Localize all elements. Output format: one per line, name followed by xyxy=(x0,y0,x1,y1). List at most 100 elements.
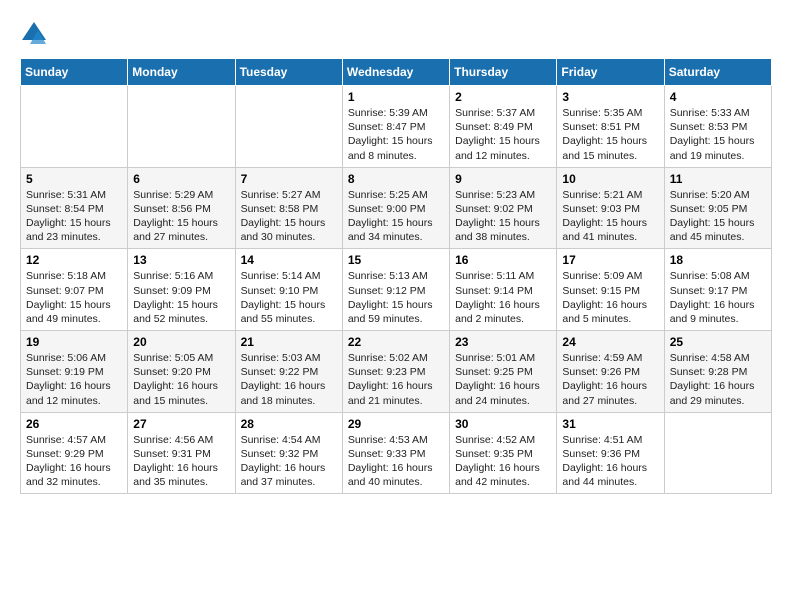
calendar-cell: 23 Sunrise: 5:01 AM Sunset: 9:25 PM Dayli… xyxy=(450,331,557,413)
day-number: 25 xyxy=(670,335,766,349)
calendar-cell: 21 Sunrise: 5:03 AM Sunset: 9:22 PM Dayli… xyxy=(235,331,342,413)
calendar-header-monday: Monday xyxy=(128,59,235,86)
calendar-cell xyxy=(21,86,128,168)
day-info: Sunrise: 5:31 AM Sunset: 8:54 PM Dayligh… xyxy=(26,188,122,245)
calendar-header-thursday: Thursday xyxy=(450,59,557,86)
day-number: 6 xyxy=(133,172,229,186)
calendar-week-2: 5 Sunrise: 5:31 AM Sunset: 8:54 PM Daylig… xyxy=(21,167,772,249)
day-number: 24 xyxy=(562,335,658,349)
calendar-cell: 8Sunrise: 5:25 AM Sunset: 9:00 PM Daylig… xyxy=(342,167,449,249)
day-info: Sunrise: 5:03 AM Sunset: 9:22 PM Dayligh… xyxy=(241,351,337,408)
day-info: Sunrise: 5:16 AM Sunset: 9:09 PM Dayligh… xyxy=(133,269,229,326)
day-number: 21 xyxy=(241,335,337,349)
day-info: Sunrise: 5:06 AM Sunset: 9:19 PM Dayligh… xyxy=(26,351,122,408)
day-number: 10 xyxy=(562,172,658,186)
calendar-cell: 15 Sunrise: 5:13 AM Sunset: 9:12 PM Dayli… xyxy=(342,249,449,331)
calendar-cell: 13Sunrise: 5:16 AM Sunset: 9:09 PM Dayli… xyxy=(128,249,235,331)
day-info: Sunrise: 5:11 AM Sunset: 9:14 PM Dayligh… xyxy=(455,269,551,326)
calendar-cell: 9 Sunrise: 5:23 AM Sunset: 9:02 PM Daylig… xyxy=(450,167,557,249)
calendar-week-1: 1Sunrise: 5:39 AM Sunset: 8:47 PM Daylig… xyxy=(21,86,772,168)
day-number: 28 xyxy=(241,417,337,431)
calendar-week-3: 12 Sunrise: 5:18 AM Sunset: 9:07 PM Dayli… xyxy=(21,249,772,331)
day-info: Sunrise: 5:27 AM Sunset: 8:58 PM Dayligh… xyxy=(241,188,337,245)
calendar-cell: 28 Sunrise: 4:54 AM Sunset: 9:32 PM Dayli… xyxy=(235,412,342,494)
calendar-cell: 18 Sunrise: 5:08 AM Sunset: 9:17 PM Dayli… xyxy=(664,249,771,331)
calendar-header-wednesday: Wednesday xyxy=(342,59,449,86)
calendar-cell: 2 Sunrise: 5:37 AM Sunset: 8:49 PM Daylig… xyxy=(450,86,557,168)
day-number: 9 xyxy=(455,172,551,186)
day-number: 5 xyxy=(26,172,122,186)
day-info: Sunrise: 5:29 AM Sunset: 8:56 PM Dayligh… xyxy=(133,188,229,245)
calendar-cell: 24 Sunrise: 4:59 AM Sunset: 9:26 PM Dayli… xyxy=(557,331,664,413)
day-info: Sunrise: 5:18 AM Sunset: 9:07 PM Dayligh… xyxy=(26,269,122,326)
day-info: Sunrise: 5:37 AM Sunset: 8:49 PM Dayligh… xyxy=(455,106,551,163)
day-info: Sunrise: 5:09 AM Sunset: 9:15 PM Dayligh… xyxy=(562,269,658,326)
calendar-cell xyxy=(664,412,771,494)
day-info: Sunrise: 5:23 AM Sunset: 9:02 PM Dayligh… xyxy=(455,188,551,245)
day-number: 18 xyxy=(670,253,766,267)
calendar-cell: 31 Sunrise: 4:51 AM Sunset: 9:36 PM Dayli… xyxy=(557,412,664,494)
calendar-cell: 6 Sunrise: 5:29 AM Sunset: 8:56 PM Daylig… xyxy=(128,167,235,249)
day-number: 4 xyxy=(670,90,766,104)
day-number: 14 xyxy=(241,253,337,267)
day-info: Sunrise: 4:59 AM Sunset: 9:26 PM Dayligh… xyxy=(562,351,658,408)
calendar-cell: 27Sunrise: 4:56 AM Sunset: 9:31 PM Dayli… xyxy=(128,412,235,494)
day-info: Sunrise: 5:02 AM Sunset: 9:23 PM Dayligh… xyxy=(348,351,444,408)
calendar-header-row: SundayMondayTuesdayWednesdayThursdayFrid… xyxy=(21,59,772,86)
calendar-cell xyxy=(235,86,342,168)
day-number: 16 xyxy=(455,253,551,267)
day-number: 30 xyxy=(455,417,551,431)
calendar-cell: 14 Sunrise: 5:14 AM Sunset: 9:10 PM Dayli… xyxy=(235,249,342,331)
calendar-header-friday: Friday xyxy=(557,59,664,86)
calendar-cell: 5 Sunrise: 5:31 AM Sunset: 8:54 PM Daylig… xyxy=(21,167,128,249)
day-info: Sunrise: 5:33 AM Sunset: 8:53 PM Dayligh… xyxy=(670,106,766,163)
day-info: Sunrise: 5:25 AM Sunset: 9:00 PM Dayligh… xyxy=(348,188,444,245)
day-info: Sunrise: 4:51 AM Sunset: 9:36 PM Dayligh… xyxy=(562,433,658,490)
day-number: 23 xyxy=(455,335,551,349)
day-number: 11 xyxy=(670,172,766,186)
calendar-cell: 16 Sunrise: 5:11 AM Sunset: 9:14 PM Dayli… xyxy=(450,249,557,331)
calendar-cell: 29 Sunrise: 4:53 AM Sunset: 9:33 PM Dayli… xyxy=(342,412,449,494)
day-number: 29 xyxy=(348,417,444,431)
day-number: 12 xyxy=(26,253,122,267)
day-info: Sunrise: 5:21 AM Sunset: 9:03 PM Dayligh… xyxy=(562,188,658,245)
day-info: Sunrise: 5:13 AM Sunset: 9:12 PM Dayligh… xyxy=(348,269,444,326)
calendar-week-4: 19Sunrise: 5:06 AM Sunset: 9:19 PM Dayli… xyxy=(21,331,772,413)
calendar-cell: 19Sunrise: 5:06 AM Sunset: 9:19 PM Dayli… xyxy=(21,331,128,413)
day-info: Sunrise: 5:14 AM Sunset: 9:10 PM Dayligh… xyxy=(241,269,337,326)
calendar-cell: 26 Sunrise: 4:57 AM Sunset: 9:29 PM Dayli… xyxy=(21,412,128,494)
calendar-cell: 1Sunrise: 5:39 AM Sunset: 8:47 PM Daylig… xyxy=(342,86,449,168)
calendar-cell: 11Sunrise: 5:20 AM Sunset: 9:05 PM Dayli… xyxy=(664,167,771,249)
day-number: 2 xyxy=(455,90,551,104)
day-info: Sunrise: 5:01 AM Sunset: 9:25 PM Dayligh… xyxy=(455,351,551,408)
day-number: 17 xyxy=(562,253,658,267)
calendar-body: 1Sunrise: 5:39 AM Sunset: 8:47 PM Daylig… xyxy=(21,86,772,494)
day-info: Sunrise: 4:52 AM Sunset: 9:35 PM Dayligh… xyxy=(455,433,551,490)
calendar-cell: 3 Sunrise: 5:35 AM Sunset: 8:51 PM Daylig… xyxy=(557,86,664,168)
day-info: Sunrise: 4:57 AM Sunset: 9:29 PM Dayligh… xyxy=(26,433,122,490)
logo-icon xyxy=(20,20,48,48)
day-info: Sunrise: 5:05 AM Sunset: 9:20 PM Dayligh… xyxy=(133,351,229,408)
day-number: 31 xyxy=(562,417,658,431)
calendar-cell: 22Sunrise: 5:02 AM Sunset: 9:23 PM Dayli… xyxy=(342,331,449,413)
calendar-header-tuesday: Tuesday xyxy=(235,59,342,86)
day-number: 26 xyxy=(26,417,122,431)
day-info: Sunrise: 4:54 AM Sunset: 9:32 PM Dayligh… xyxy=(241,433,337,490)
calendar-header-saturday: Saturday xyxy=(664,59,771,86)
day-info: Sunrise: 4:53 AM Sunset: 9:33 PM Dayligh… xyxy=(348,433,444,490)
calendar-cell: 25Sunrise: 4:58 AM Sunset: 9:28 PM Dayli… xyxy=(664,331,771,413)
day-number: 1 xyxy=(348,90,444,104)
calendar-header-sunday: Sunday xyxy=(21,59,128,86)
day-number: 7 xyxy=(241,172,337,186)
day-number: 27 xyxy=(133,417,229,431)
day-info: Sunrise: 5:08 AM Sunset: 9:17 PM Dayligh… xyxy=(670,269,766,326)
day-info: Sunrise: 5:35 AM Sunset: 8:51 PM Dayligh… xyxy=(562,106,658,163)
calendar-cell: 4 Sunrise: 5:33 AM Sunset: 8:53 PM Daylig… xyxy=(664,86,771,168)
day-number: 3 xyxy=(562,90,658,104)
calendar-cell: 12 Sunrise: 5:18 AM Sunset: 9:07 PM Dayli… xyxy=(21,249,128,331)
calendar-cell: 20Sunrise: 5:05 AM Sunset: 9:20 PM Dayli… xyxy=(128,331,235,413)
calendar-cell: 17 Sunrise: 5:09 AM Sunset: 9:15 PM Dayli… xyxy=(557,249,664,331)
day-number: 15 xyxy=(348,253,444,267)
page-header xyxy=(20,20,772,48)
calendar-table: SundayMondayTuesdayWednesdayThursdayFrid… xyxy=(20,58,772,494)
